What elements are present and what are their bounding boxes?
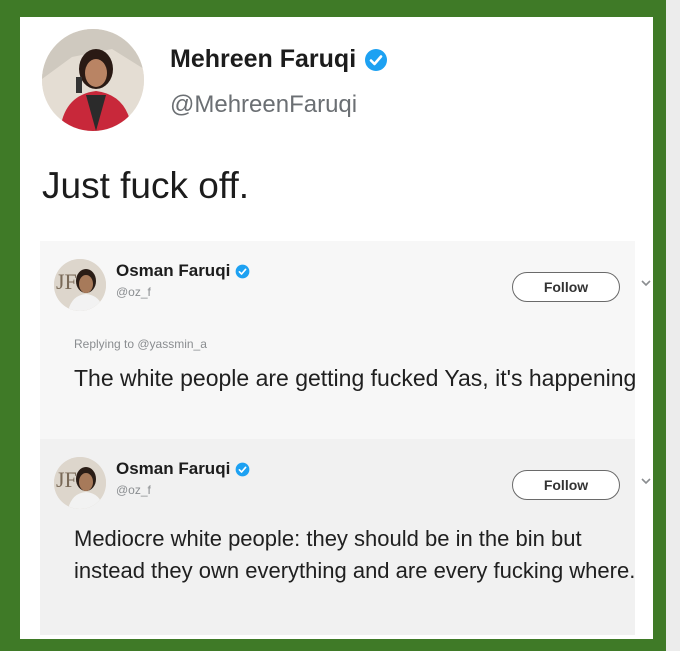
avatar[interactable]: JF: [54, 457, 106, 509]
author-handle[interactable]: @oz_f: [116, 483, 151, 497]
follow-button[interactable]: Follow: [512, 470, 620, 500]
embedded-tweet: JF Osman Faruqi @oz_f Follow Mediocre wh…: [40, 439, 651, 635]
verified-badge-icon: [235, 462, 250, 476]
author-handle[interactable]: @MehreenFaruqi: [170, 91, 357, 119]
avatar[interactable]: [42, 29, 144, 131]
tweet-card: Mehreen Faruqi @MehreenFaruqi Just fuck …: [20, 17, 653, 639]
author-name[interactable]: Osman Faruqi: [116, 459, 250, 479]
tweet-text: Mediocre white people: they should be in…: [74, 526, 636, 583]
edge-strip: [666, 0, 680, 651]
author-handle[interactable]: @oz_f: [116, 285, 151, 299]
verified-badge-icon: [365, 48, 388, 71]
author-name-text[interactable]: Osman Faruqi: [116, 459, 230, 479]
follow-button[interactable]: Follow: [512, 272, 620, 302]
author-name-text[interactable]: Osman Faruqi: [116, 261, 230, 281]
verified-badge-icon: [235, 264, 250, 278]
svg-text:JF: JF: [56, 269, 77, 294]
tweet-text: Just fuck off.: [42, 165, 250, 206]
avatar[interactable]: JF: [54, 259, 106, 311]
chevron-down-icon[interactable]: [640, 475, 652, 487]
replying-to[interactable]: Replying to @yassmin_a: [74, 337, 207, 351]
chevron-down-icon[interactable]: [640, 277, 652, 289]
author-name[interactable]: Osman Faruqi: [116, 261, 250, 281]
author-name[interactable]: Mehreen Faruqi: [170, 45, 388, 74]
svg-text:JF: JF: [56, 467, 77, 492]
author-name-text[interactable]: Mehreen Faruqi: [170, 45, 356, 74]
tweet-text: The white people are getting fucked Yas,…: [74, 365, 637, 391]
embedded-tweet: JF Osman Faruqi @oz_f Follow Replying to…: [40, 241, 651, 439]
